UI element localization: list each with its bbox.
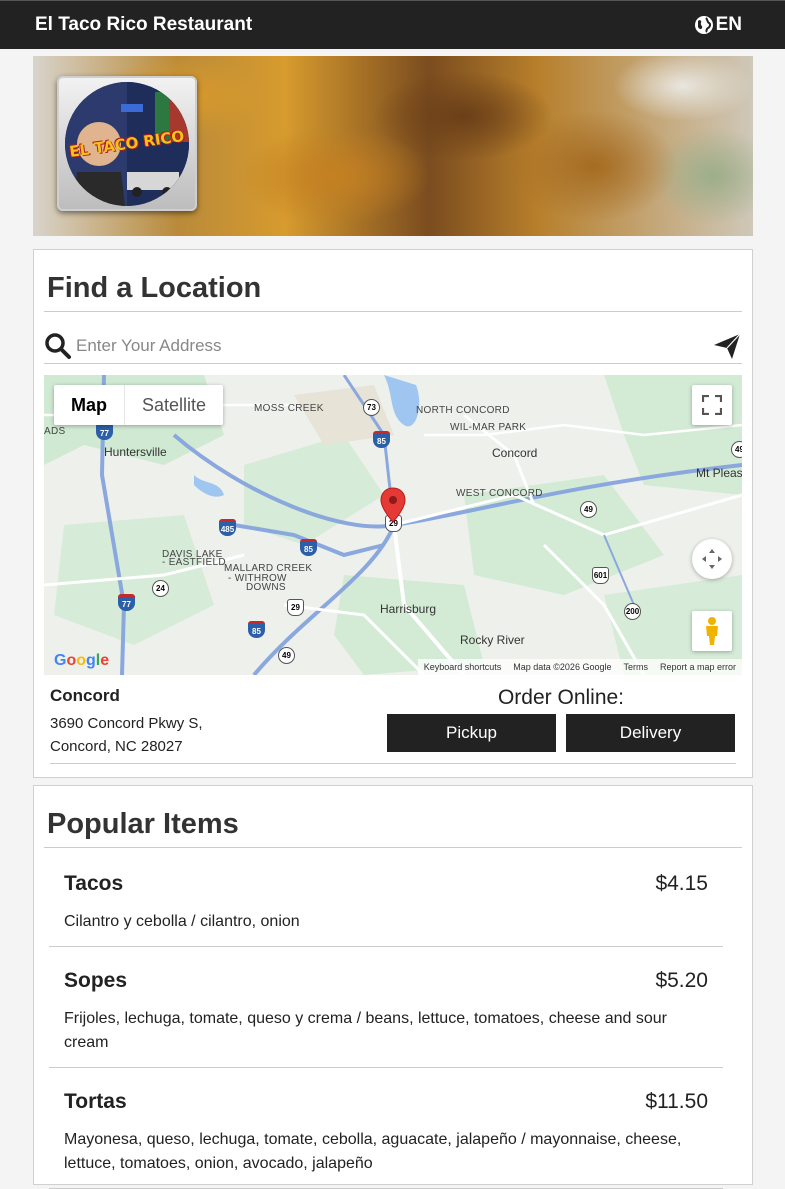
- address-line-2: Concord, NC 28027: [50, 738, 183, 755]
- route-shield-601: 601: [592, 567, 609, 584]
- order-online: Order Online: Pickup Delivery: [387, 686, 735, 752]
- menu-item-name: Tortas: [64, 1090, 127, 1113]
- find-location-card: Find a Location Enter Your Address MOSS …: [33, 249, 753, 778]
- map-label-harrisburg: Harrisburg: [380, 602, 437, 616]
- pickup-button[interactable]: Pickup: [387, 714, 556, 752]
- address-search-bar: [44, 328, 742, 364]
- report-map-error-link[interactable]: Report a map error: [660, 662, 736, 672]
- route-shield-77-south: 77: [118, 594, 135, 611]
- map-label-wilmar-park: WIL-MAR PARK: [450, 422, 527, 433]
- language-selector[interactable]: EN: [694, 14, 742, 36]
- route-shield-73: 73: [363, 399, 380, 416]
- map-label-west-concord: WEST CONCORD: [456, 488, 543, 499]
- map-type-satellite-button[interactable]: Satellite: [125, 385, 223, 425]
- map-label-north-concord: NORTH CONCORD: [416, 405, 510, 416]
- menu-item-name: Tacos: [64, 872, 124, 895]
- map-label-moss-creek: MOSS CREEK: [254, 403, 324, 414]
- menu-item-price: $11.50: [645, 1090, 708, 1113]
- fullscreen-icon: [702, 395, 722, 415]
- map-label-huntersville: Huntersville: [104, 445, 167, 459]
- globe-icon: [694, 16, 713, 34]
- menu-item-price: $5.20: [655, 969, 708, 992]
- route-shield-49-east: 49: [731, 441, 742, 458]
- keyboard-shortcuts-link[interactable]: Keyboard shortcuts: [424, 662, 502, 672]
- pegman-icon: [706, 617, 718, 645]
- route-shield-200: 200: [624, 603, 641, 620]
- menu-item[interactable]: Tacos $4.15 Cilantro y cebolla / cilantr…: [49, 848, 723, 947]
- popular-items-card: Popular Items Tacos $4.15 Cilantro y ceb…: [33, 785, 753, 1189]
- map-label-rocky-river: Rocky River: [460, 633, 525, 647]
- location-pin-icon[interactable]: [380, 487, 406, 523]
- logo-disc: EL TACO RICO: [65, 81, 189, 206]
- location-divider: [50, 763, 736, 764]
- menu-item[interactable]: Tortas $11.50 Mayonesa, queso, lechuga, …: [49, 1068, 723, 1189]
- search-icon[interactable]: [44, 332, 72, 360]
- map-data-attribution: Map data ©2026 Google: [513, 662, 612, 672]
- map-label-eastfield: - EASTFIELD: [162, 557, 226, 568]
- find-location-title: Find a Location: [47, 272, 262, 304]
- address-line-1: 3690 Concord Pkwy S,: [50, 715, 203, 732]
- map-type-map-button[interactable]: Map: [54, 385, 125, 425]
- menu-item-description: Frijoles, lechuga, tomate, queso y crema…: [64, 1010, 667, 1051]
- route-shield-85-south: 85: [300, 539, 317, 556]
- route-shield-49-lower: 49: [278, 647, 295, 664]
- route-shield-24: 24: [152, 580, 169, 597]
- brand-title[interactable]: El Taco Rico Restaurant: [35, 14, 252, 36]
- send-arrow-icon[interactable]: [712, 331, 742, 361]
- route-shield-49: 49: [580, 501, 597, 518]
- hero-banner: EL TACO RICO: [33, 56, 753, 236]
- terms-link[interactable]: Terms: [623, 662, 648, 672]
- menu-item[interactable]: Sopes $5.20 Frijoles, lechuga, tomate, q…: [49, 947, 723, 1068]
- menu-item-price: $4.15: [655, 872, 708, 895]
- map-label-mt-pleasant: Mt Pleas: [696, 466, 742, 480]
- google-logo: Google: [54, 652, 110, 669]
- delivery-button[interactable]: Delivery: [566, 714, 735, 752]
- map-type-toggle: Map Satellite: [54, 385, 224, 425]
- camera-control-button[interactable]: [692, 539, 732, 579]
- menu-item-description: Cilantro y cebolla / cilantro, onion: [64, 913, 300, 930]
- route-shield-85: 85: [373, 431, 390, 448]
- route-shield-85-lower: 85: [248, 621, 265, 638]
- popular-items-title: Popular Items: [47, 808, 239, 840]
- route-shield-77: 77: [96, 423, 113, 440]
- map-label-concord: Concord: [492, 446, 538, 460]
- language-code: EN: [715, 14, 742, 35]
- menu-item-description: Mayonesa, queso, lechuga, tomate, ceboll…: [64, 1131, 682, 1172]
- top-navbar: El Taco Rico Restaurant EN: [0, 0, 785, 49]
- move-arrows-icon: [702, 549, 722, 569]
- restaurant-logo: EL TACO RICO: [57, 76, 197, 211]
- fullscreen-button[interactable]: [692, 385, 732, 425]
- location-info: Concord 3690 Concord Pkwy S, Concord, NC…: [50, 686, 390, 758]
- map-label-downs: DOWNS: [246, 582, 286, 593]
- title-divider: [44, 311, 742, 312]
- order-online-title: Order Online:: [497, 686, 625, 709]
- location-name: Concord: [50, 686, 120, 705]
- route-shield-29-south: 29: [287, 599, 304, 616]
- route-shield-485: 485: [219, 519, 236, 536]
- menu-item-name: Sopes: [64, 969, 128, 992]
- map-label-ads: ADS: [44, 426, 66, 437]
- map-footer: Keyboard shortcuts Map data ©2026 Google…: [417, 659, 742, 675]
- address-input[interactable]: [74, 335, 712, 356]
- street-view-button[interactable]: [692, 611, 732, 651]
- location-map[interactable]: MOSS CREEK NORTH CONCORD WIL-MAR PARK Hu…: [44, 375, 742, 675]
